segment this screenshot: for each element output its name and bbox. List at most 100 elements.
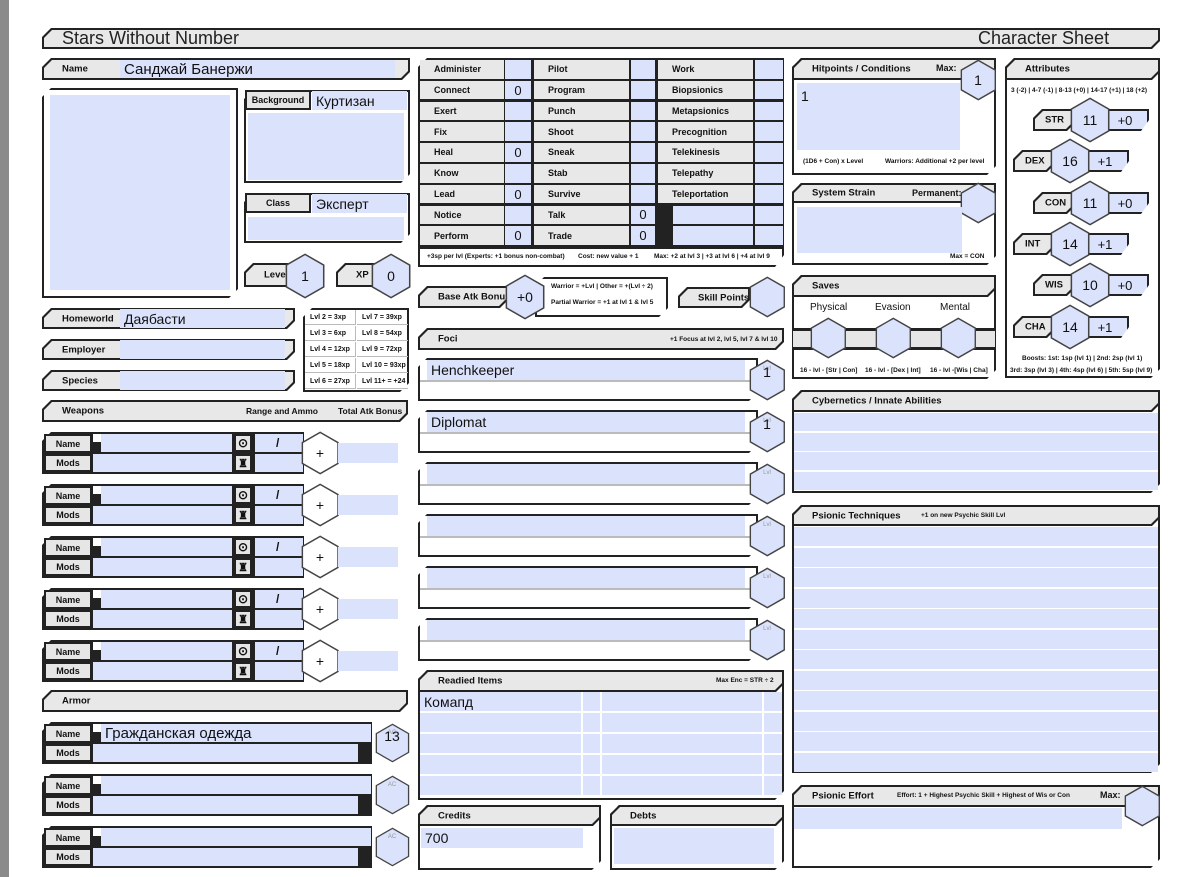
weapon-checkbox[interactable] <box>93 590 101 598</box>
class-field[interactable]: Эксперт <box>312 194 407 213</box>
weapon-ammo-field[interactable] <box>255 610 303 628</box>
skill-value[interactable] <box>505 164 531 183</box>
name-field[interactable]: Санджай Банержи <box>120 60 395 78</box>
skill-value[interactable] <box>755 80 783 100</box>
psionic-technique-line[interactable] <box>794 670 1158 690</box>
skill-value[interactable] <box>631 122 655 141</box>
employer-field[interactable] <box>120 340 285 359</box>
armor-ac-hex[interactable]: AC 13 <box>375 723 409 763</box>
skill-value[interactable] <box>755 143 783 162</box>
attribute-score-hex[interactable]: 14 <box>1050 221 1090 267</box>
psionic-technique-line[interactable] <box>794 547 1158 567</box>
skill-value[interactable]: 0 <box>505 143 531 162</box>
psionic-technique-line[interactable] <box>794 588 1158 608</box>
armor-ac-hex[interactable]: AC <box>375 827 409 867</box>
skill-value[interactable] <box>631 164 655 183</box>
focus-name-field[interactable]: Henchkeeper <box>427 360 745 380</box>
weapon-atk-hex[interactable]: + <box>301 639 339 683</box>
attribute-mod[interactable]: +0 <box>1103 274 1149 296</box>
attribute-score-hex[interactable]: 10 <box>1070 262 1110 308</box>
weapon-total-atk-field[interactable] <box>338 599 398 619</box>
attribute-score-hex[interactable]: 11 <box>1070 180 1110 226</box>
credits-field[interactable]: 700 <box>421 828 583 848</box>
background-notes[interactable] <box>248 113 404 180</box>
focus-name-field[interactable] <box>427 620 745 640</box>
skill-value[interactable] <box>631 101 655 121</box>
readied-item-field[interactable]: Комапд <box>420 692 581 711</box>
readied-item-field-2[interactable] <box>602 755 762 774</box>
cybernetics-line[interactable] <box>794 432 1158 451</box>
readied-item-field[interactable] <box>420 755 581 774</box>
psionic-technique-line[interactable] <box>794 629 1158 649</box>
armor-ac-hex[interactable]: AC <box>375 775 409 815</box>
save-hex[interactable] <box>875 317 911 359</box>
readied-item-qty[interactable] <box>583 776 600 795</box>
species-field[interactable] <box>120 371 285 390</box>
psionic-technique-line[interactable] <box>794 732 1158 751</box>
focus-level-hex[interactable]: Lvl 1 <box>749 359 785 401</box>
armor-mods-field[interactable] <box>93 848 358 866</box>
attribute-score-hex[interactable]: 16 <box>1050 138 1090 184</box>
skill-value[interactable] <box>755 101 783 121</box>
weapon-mods-field[interactable] <box>93 610 232 628</box>
strain-notes-field[interactable] <box>797 207 962 253</box>
level-hex[interactable]: 1 <box>285 253 325 299</box>
attribute-score-hex[interactable]: 11 <box>1070 97 1110 143</box>
readied-item-field-2[interactable] <box>602 776 762 795</box>
armor-mods-field[interactable] <box>93 796 358 814</box>
psionic-effort-field[interactable] <box>794 808 1122 829</box>
armor-checkbox[interactable] <box>93 828 101 836</box>
weapon-mods-field[interactable] <box>93 662 232 680</box>
hp-max-hex[interactable]: 1 <box>960 59 996 101</box>
cybernetics-line[interactable] <box>794 413 1158 431</box>
readied-item-field[interactable] <box>420 713 581 732</box>
skill-value[interactable]: 0 <box>631 205 655 225</box>
skill-value[interactable] <box>631 60 655 79</box>
skill-value[interactable] <box>755 226 783 245</box>
weapon-ammo-field[interactable] <box>255 454 303 472</box>
skill-value[interactable] <box>631 80 655 100</box>
attribute-mod[interactable]: +1 <box>1083 316 1129 338</box>
readied-item-qty[interactable] <box>583 713 600 732</box>
weapon-checkbox[interactable] <box>93 642 101 650</box>
save-hex[interactable] <box>810 317 846 359</box>
debts-field[interactable] <box>614 828 774 864</box>
focus-level-hex[interactable]: Lvl 1 <box>749 411 785 453</box>
skill-value[interactable] <box>631 143 655 162</box>
armor-name-field[interactable] <box>101 776 371 794</box>
weapon-ammo-field[interactable] <box>255 558 303 576</box>
readied-item-qty-2[interactable] <box>764 776 782 795</box>
skill-value[interactable] <box>505 101 531 121</box>
weapon-checkbox[interactable] <box>93 486 101 494</box>
skill-value[interactable] <box>755 122 783 141</box>
psionic-effort-max-hex[interactable] <box>1124 785 1160 827</box>
weapon-atk-hex[interactable]: + <box>301 483 339 527</box>
cybernetics-line[interactable] <box>794 452 1158 470</box>
homeworld-field[interactable]: Даябасти <box>120 309 285 328</box>
weapon-name-field[interactable] <box>101 642 232 660</box>
focus-name-field[interactable]: Diplomat <box>427 412 745 432</box>
readied-item-qty-2[interactable] <box>764 692 782 711</box>
weapon-ammo-field[interactable] <box>255 506 303 524</box>
readied-item-qty-2[interactable] <box>764 755 782 774</box>
weapon-checkbox[interactable] <box>93 434 101 442</box>
skill-value[interactable] <box>505 205 531 225</box>
skill-value[interactable] <box>505 60 531 79</box>
focus-level-hex[interactable]: Lvl <box>749 567 785 609</box>
cybernetics-line[interactable] <box>794 471 1158 490</box>
armor-name-field[interactable]: Гражданская одежда <box>101 724 371 742</box>
focus-level-hex[interactable]: Lvl <box>749 463 785 505</box>
readied-item-field-2[interactable] <box>602 692 762 711</box>
weapon-total-atk-field[interactable] <box>338 547 398 567</box>
attribute-score-hex[interactable]: 14 <box>1050 304 1090 350</box>
skill-value[interactable] <box>755 164 783 183</box>
attribute-mod[interactable]: +0 <box>1103 109 1149 131</box>
hp-notes-field[interactable]: 1 <box>797 83 960 150</box>
background-field[interactable]: Куртизан <box>312 91 407 110</box>
weapon-name-field[interactable] <box>101 486 232 504</box>
skill-value[interactable] <box>755 205 783 225</box>
skill-value[interactable] <box>755 184 783 204</box>
skill-value[interactable] <box>755 60 783 79</box>
focus-name-field[interactable] <box>427 568 745 588</box>
skill-value[interactable]: 0 <box>505 226 531 245</box>
